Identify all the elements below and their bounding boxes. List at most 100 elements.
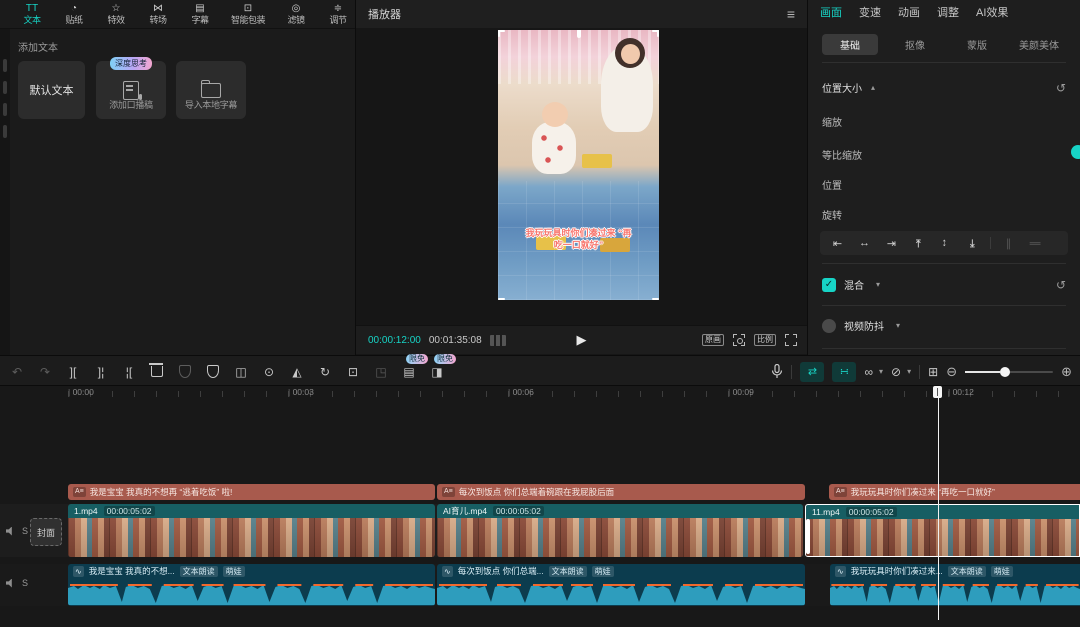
alignment-toolbar: ⇤ ↔ ⇥ ⇤ ↔ ⇥ ∥ ∥ — [820, 231, 1068, 255]
tts-badge: 文本朗读 — [180, 566, 218, 577]
timeline-zoom-in-icon[interactable]: ⊕ — [1061, 364, 1072, 380]
audio-track-controls: S — [6, 578, 28, 588]
mute-track-icon[interactable] — [6, 527, 16, 536]
audio-clip-3[interactable]: ∿ 我玩玩具时你们凑过来... 文本朗读 萌娃 — [830, 564, 1080, 606]
audio-clip-icon: ∿ — [442, 566, 453, 577]
nav-tab-sticker[interactable]: ◔ 贴纸 — [54, 0, 94, 28]
import-subtitle-card[interactable]: 导入本地字幕 — [176, 61, 246, 119]
mask-icon[interactable] — [200, 360, 226, 384]
link-button[interactable]: ∞▾ — [864, 365, 883, 379]
nav-tab-smart-pack[interactable]: ⊡ 智能包装 — [222, 0, 274, 28]
stabilize-label: 视频防抖 — [844, 318, 884, 333]
subtab-basic[interactable]: 基础 — [822, 34, 878, 55]
blend-dropdown-icon[interactable]: ▾ — [876, 280, 880, 289]
inspector-panel: 画面 变速 动画 调整 AI效果 基础 抠像 蒙版 美颜美体 位置大小 ▴ ↺ … — [808, 0, 1080, 355]
text-icon: TT — [26, 4, 38, 15]
selection-handle[interactable] — [657, 30, 659, 37]
fullscreen-icon[interactable] — [785, 334, 797, 346]
audio-clip-1[interactable]: ∿ 我是宝宝 我真的不想... 文本朗读 萌娃 — [68, 564, 435, 606]
selection-handle-top[interactable] — [577, 30, 581, 38]
text-to-speech-icon[interactable]: 限免 ▤ — [396, 360, 422, 384]
tab-ai-effects[interactable]: AI效果 — [976, 4, 1008, 20]
uniform-scale-label: 等比缩放 — [822, 147, 862, 162]
player-menu-icon[interactable]: ≡ — [787, 6, 795, 22]
subtab-beauty[interactable]: 美颜美体 — [1008, 37, 1070, 52]
record-voiceover-icon[interactable] — [771, 364, 783, 379]
tab-adjust[interactable]: 调整 — [937, 4, 959, 20]
text-clip-3[interactable]: A≡ 我玩玩具时你们凑过来 “再吃一口就好” — [829, 484, 1080, 500]
magnet-snap-button[interactable]: ⇄ — [800, 362, 824, 382]
player-panel: 播放器 ≡ 我玩玩具时你们凑过来 “再 吃一口就好” 00:00:12:00 — [355, 0, 808, 355]
mirror-icon[interactable]: ◭ — [284, 360, 310, 384]
selection-handle[interactable] — [498, 298, 505, 300]
align-right-icon[interactable]: ⇥ — [878, 237, 905, 250]
reverse-icon[interactable]: ⊙ — [256, 360, 282, 384]
text-clip-1[interactable]: A≡ 我是宝宝 我真的不想再 “逃着吃饭” 啦! — [68, 484, 435, 500]
focus-icon[interactable] — [733, 334, 745, 346]
tab-picture[interactable]: 画面 — [820, 4, 842, 20]
video-clip-2[interactable]: AI育儿.mp4 00:00:05:02 — [437, 504, 803, 557]
timeline-zoom-out-icon[interactable]: ⊖ — [946, 364, 957, 380]
split-icon[interactable]: ][ — [60, 360, 86, 384]
redo-icon[interactable]: ↷ — [32, 360, 58, 384]
unlink-button[interactable]: ⊘▾ — [891, 365, 911, 379]
ratio-badge[interactable]: 比例 — [754, 334, 776, 346]
nav-tab-transition[interactable]: ⋈ 转场 — [138, 0, 178, 28]
tab-animation[interactable]: 动画 — [898, 4, 920, 20]
solo-track-button[interactable]: S — [22, 526, 28, 536]
player-title: 播放器 — [368, 6, 401, 22]
reset-position-size-icon[interactable]: ↺ — [1056, 81, 1066, 95]
screen-record-icon[interactable]: ⊞ — [928, 365, 938, 379]
align-center-h-icon[interactable]: ↔ — [851, 237, 878, 249]
video-subtitle[interactable]: 我玩玩具时你们凑过来 “再 吃一口就好” — [502, 227, 655, 251]
delete-right-icon[interactable]: ¦[ — [116, 360, 142, 384]
blend-checkbox[interactable]: ✓ — [822, 278, 836, 292]
video-clip-1[interactable]: 1.mp4 00:00:05:02 — [68, 504, 435, 557]
subtab-cutout[interactable]: 抠像 — [884, 37, 946, 52]
stabilize-dropdown-icon[interactable]: ▾ — [896, 321, 900, 330]
play-button[interactable]: ▶ — [577, 326, 587, 354]
stabilize-checkbox[interactable] — [822, 319, 836, 333]
playhead-handle[interactable] — [933, 386, 942, 398]
nav-tab-adjust[interactable]: ≑ 调节 — [318, 0, 358, 28]
quality-badge[interactable]: 原画 — [702, 334, 724, 346]
cover-button[interactable]: 封面 — [30, 518, 62, 546]
delete-left-icon[interactable]: ]¦ — [88, 360, 114, 384]
undo-icon[interactable]: ↶ — [4, 360, 30, 384]
align-top-icon[interactable]: ⇤ — [912, 230, 925, 257]
nav-tab-text[interactable]: TT 文本 — [12, 0, 52, 28]
uniform-scale-toggle[interactable] — [1071, 145, 1080, 159]
nav-tab-effects[interactable]: ☆ 特效 — [96, 0, 136, 28]
audio-clip-icon: ∿ — [73, 566, 84, 577]
video-preview[interactable]: 我玩玩具时你们凑过来 “再 吃一口就好” — [498, 30, 659, 300]
align-bottom-icon[interactable]: ⇥ — [966, 230, 979, 257]
nav-tab-captions[interactable]: ▤ 字幕 — [180, 0, 220, 28]
timeline-ruler[interactable]: 00:00 00:03 00:06 00:09 00:12 — [0, 386, 1080, 400]
video-clip-3-selected[interactable]: 11.mp4 00:00:05:02 — [805, 504, 1080, 557]
subtab-mask[interactable]: 蒙版 — [946, 37, 1008, 52]
rotate-icon[interactable]: ↻ — [312, 360, 338, 384]
preview-axis-button[interactable]: ∺ — [832, 362, 856, 382]
tab-speed[interactable]: 变速 — [859, 4, 881, 20]
text-clip-2[interactable]: A≡ 每次到饭点 你们总端着碗跟在我屁股后面 — [437, 484, 805, 500]
total-duration: 00:01:35:08 — [429, 335, 482, 346]
mute-track-icon[interactable] — [6, 579, 16, 588]
solo-track-button[interactable]: S — [22, 578, 28, 588]
nav-tab-filter[interactable]: ◎ 滤镜 — [276, 0, 316, 28]
timeline-zoom-slider[interactable] — [965, 371, 1053, 373]
freeze-frame-icon[interactable]: ◫ — [228, 360, 254, 384]
timeline-zoom-thumb[interactable] — [1000, 367, 1010, 377]
align-middle-v-icon[interactable]: ↔ — [940, 230, 952, 257]
default-text-card[interactable]: 默认文本 — [18, 61, 85, 119]
audio-clip-2[interactable]: ∿ 每次到饭点 你们总端... 文本朗读 萌娃 — [437, 564, 805, 606]
script-match-icon[interactable]: 限免 ◨ — [424, 360, 450, 384]
selection-handle[interactable] — [652, 298, 659, 300]
add-script-card[interactable]: 深度思考 添加口播稿 — [96, 61, 166, 119]
frame-view-icon[interactable] — [490, 335, 506, 346]
crop-icon[interactable]: ⊡ — [340, 360, 366, 384]
reset-blend-icon[interactable]: ↺ — [1056, 278, 1066, 292]
delete-icon[interactable] — [144, 360, 170, 384]
align-left-icon[interactable]: ⇤ — [824, 237, 851, 250]
collapse-icon[interactable]: ▴ — [871, 83, 875, 92]
selection-handle[interactable] — [498, 30, 500, 37]
